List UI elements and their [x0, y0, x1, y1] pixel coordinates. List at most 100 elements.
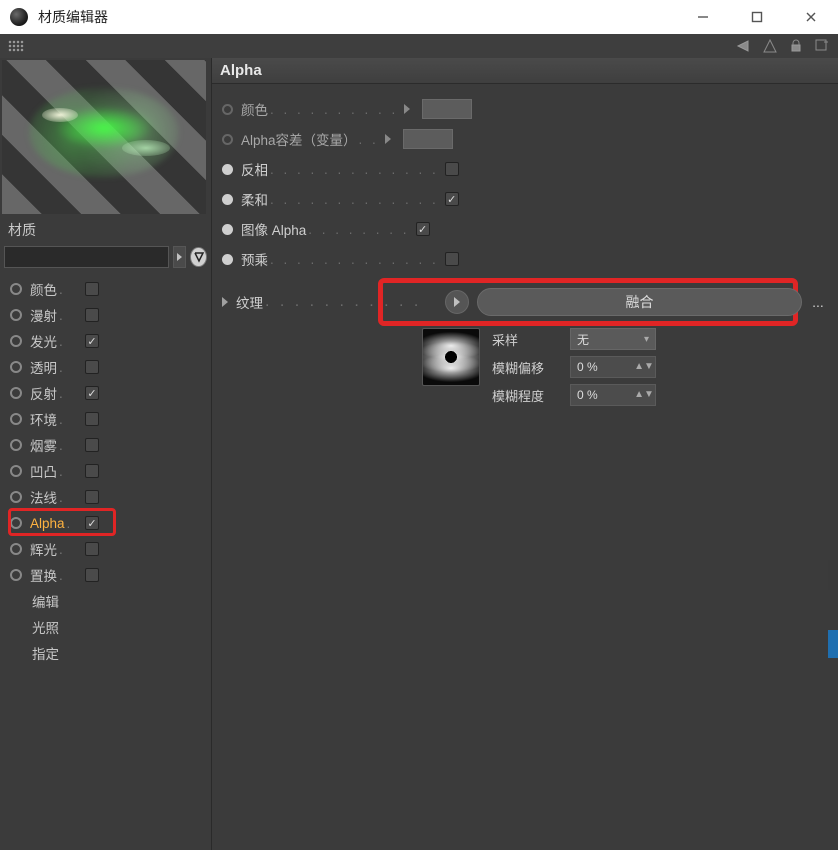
chevron-right-icon: [404, 104, 410, 114]
channel-checkbox[interactable]: [85, 542, 99, 556]
channel-row-反射[interactable]: 反射.: [10, 380, 211, 406]
maximize-button[interactable]: [730, 0, 784, 34]
panel-header: Alpha: [212, 58, 838, 84]
channel-checkbox[interactable]: [85, 516, 99, 530]
channel-checkbox[interactable]: [85, 308, 99, 322]
soft-checkbox[interactable]: [445, 192, 459, 206]
channel-checkbox[interactable]: [85, 568, 99, 582]
ring-icon: [10, 543, 22, 555]
prop-texture-label: 纹理: [236, 292, 263, 312]
blur-offset-input[interactable]: 0 % ▲▼: [570, 356, 656, 378]
titlebar: 材质编辑器: [0, 0, 838, 34]
sub-item-指定[interactable]: 指定: [32, 640, 211, 666]
background-edge-artifact: [828, 630, 838, 658]
texture-more-button[interactable]: ...: [808, 294, 828, 310]
lock-icon[interactable]: [788, 38, 804, 54]
channel-row-漫射[interactable]: 漫射.: [10, 302, 211, 328]
sampling-dropdown[interactable]: 无 ▾: [570, 328, 656, 350]
name-picker-button[interactable]: [190, 247, 207, 267]
panel-title: Alpha: [220, 62, 262, 79]
minimize-button[interactable]: [676, 0, 730, 34]
channel-label: 凹凸: [30, 461, 57, 481]
ring-icon: [10, 335, 22, 347]
sub-item-label: 编辑: [32, 591, 59, 611]
texture-shader-field[interactable]: 融合: [477, 288, 802, 316]
prop-soft-label: 柔和: [241, 189, 268, 209]
new-tab-icon[interactable]: [814, 38, 830, 54]
prop-image-alpha-label: 图像 Alpha: [241, 219, 306, 239]
prop-color-label: 颜色: [241, 99, 268, 119]
content-panel: Alpha 颜色 . . . . . . . . . . Alpha容差（变量）…: [212, 58, 838, 850]
channel-row-环境[interactable]: 环境.: [10, 406, 211, 432]
channel-row-alpha[interactable]: Alpha.: [10, 510, 211, 536]
channel-checkbox[interactable]: [85, 360, 99, 374]
material-name-label: 材质: [8, 220, 36, 240]
window-controls: [676, 0, 838, 34]
channel-checkbox[interactable]: [85, 464, 99, 478]
channel-row-法线[interactable]: 法线.: [10, 484, 211, 510]
texture-browse-button[interactable]: [445, 290, 469, 314]
blur-scale-value: 0 %: [577, 388, 598, 402]
channel-row-透明[interactable]: 透明.: [10, 354, 211, 380]
dots: .: [59, 412, 66, 427]
channel-checkbox[interactable]: [85, 412, 99, 426]
image-alpha-checkbox[interactable]: [416, 222, 430, 236]
channel-label: 颜色: [30, 279, 57, 299]
channel-label: 环境: [30, 409, 57, 429]
ring-icon: [10, 413, 22, 425]
material-name-input[interactable]: [4, 246, 169, 268]
close-button[interactable]: [784, 0, 838, 34]
invert-checkbox[interactable]: [445, 162, 459, 176]
nav-back-icon[interactable]: [736, 38, 752, 54]
dots: .: [59, 334, 66, 349]
grip-icon[interactable]: [8, 40, 24, 52]
channel-label: 反射: [30, 383, 57, 403]
blur-scale-input[interactable]: 0 % ▲▼: [570, 384, 656, 406]
dots: .: [59, 308, 66, 323]
prop-soft: 柔和 . . . . . . . . . . . . .: [222, 184, 828, 214]
name-expand-button[interactable]: [173, 246, 186, 268]
blur-offset-label: 模糊偏移: [492, 358, 562, 377]
texture-thumbnail[interactable]: [422, 328, 480, 386]
channel-checkbox[interactable]: [85, 386, 99, 400]
prop-invert: 反相 . . . . . . . . . . . . .: [222, 154, 828, 184]
spinner-icon[interactable]: ▲▼: [639, 364, 649, 370]
premult-checkbox[interactable]: [445, 252, 459, 266]
dots: .: [67, 516, 74, 531]
window-title: 材质编辑器: [38, 7, 108, 27]
prop-alpha-tol-label: Alpha容差（变量）: [241, 129, 357, 149]
blur-scale-label: 模糊程度: [492, 386, 562, 405]
channel-row-辉光[interactable]: 辉光.: [10, 536, 211, 562]
channel-row-发光[interactable]: 发光.: [10, 328, 211, 354]
channel-checkbox[interactable]: [85, 438, 99, 452]
channel-checkbox[interactable]: [85, 334, 99, 348]
spinner-icon[interactable]: ▲▼: [639, 392, 649, 398]
sub-item-label: 指定: [32, 643, 59, 663]
chevron-right-icon[interactable]: [222, 297, 228, 307]
channel-label: 辉光: [30, 539, 57, 559]
chevron-down-icon: ▾: [644, 334, 649, 345]
channel-checkbox[interactable]: [85, 490, 99, 504]
sidebar: 材质 颜色.漫射.发光.透明.反射.环境.烟雾.凹凸.法线.Alpha.辉光.置…: [0, 58, 212, 850]
channel-label: 漫射: [30, 305, 57, 325]
dots: .: [59, 386, 66, 401]
channel-row-烟雾[interactable]: 烟雾.: [10, 432, 211, 458]
ring-icon: [10, 439, 22, 451]
color-swatch[interactable]: [422, 99, 472, 119]
ring-icon: [10, 517, 22, 529]
alpha-tol-field[interactable]: [403, 129, 453, 149]
prop-invert-label: 反相: [241, 159, 268, 179]
channel-label: Alpha: [30, 516, 65, 531]
channel-row-凹凸[interactable]: 凹凸.: [10, 458, 211, 484]
prop-color: 颜色 . . . . . . . . . .: [222, 94, 828, 124]
sampling-value: 无: [577, 331, 589, 348]
channel-row-置换[interactable]: 置换.: [10, 562, 211, 588]
sub-item-光照[interactable]: 光照: [32, 614, 211, 640]
prop-alpha-tolerance: Alpha容差（变量） . .: [222, 124, 828, 154]
sub-item-编辑[interactable]: 编辑: [32, 588, 211, 614]
toolbar: [0, 34, 838, 58]
nav-up-icon[interactable]: [762, 38, 778, 54]
material-preview[interactable]: [2, 60, 206, 214]
channel-checkbox[interactable]: [85, 282, 99, 296]
channel-row-颜色[interactable]: 颜色.: [10, 276, 211, 302]
